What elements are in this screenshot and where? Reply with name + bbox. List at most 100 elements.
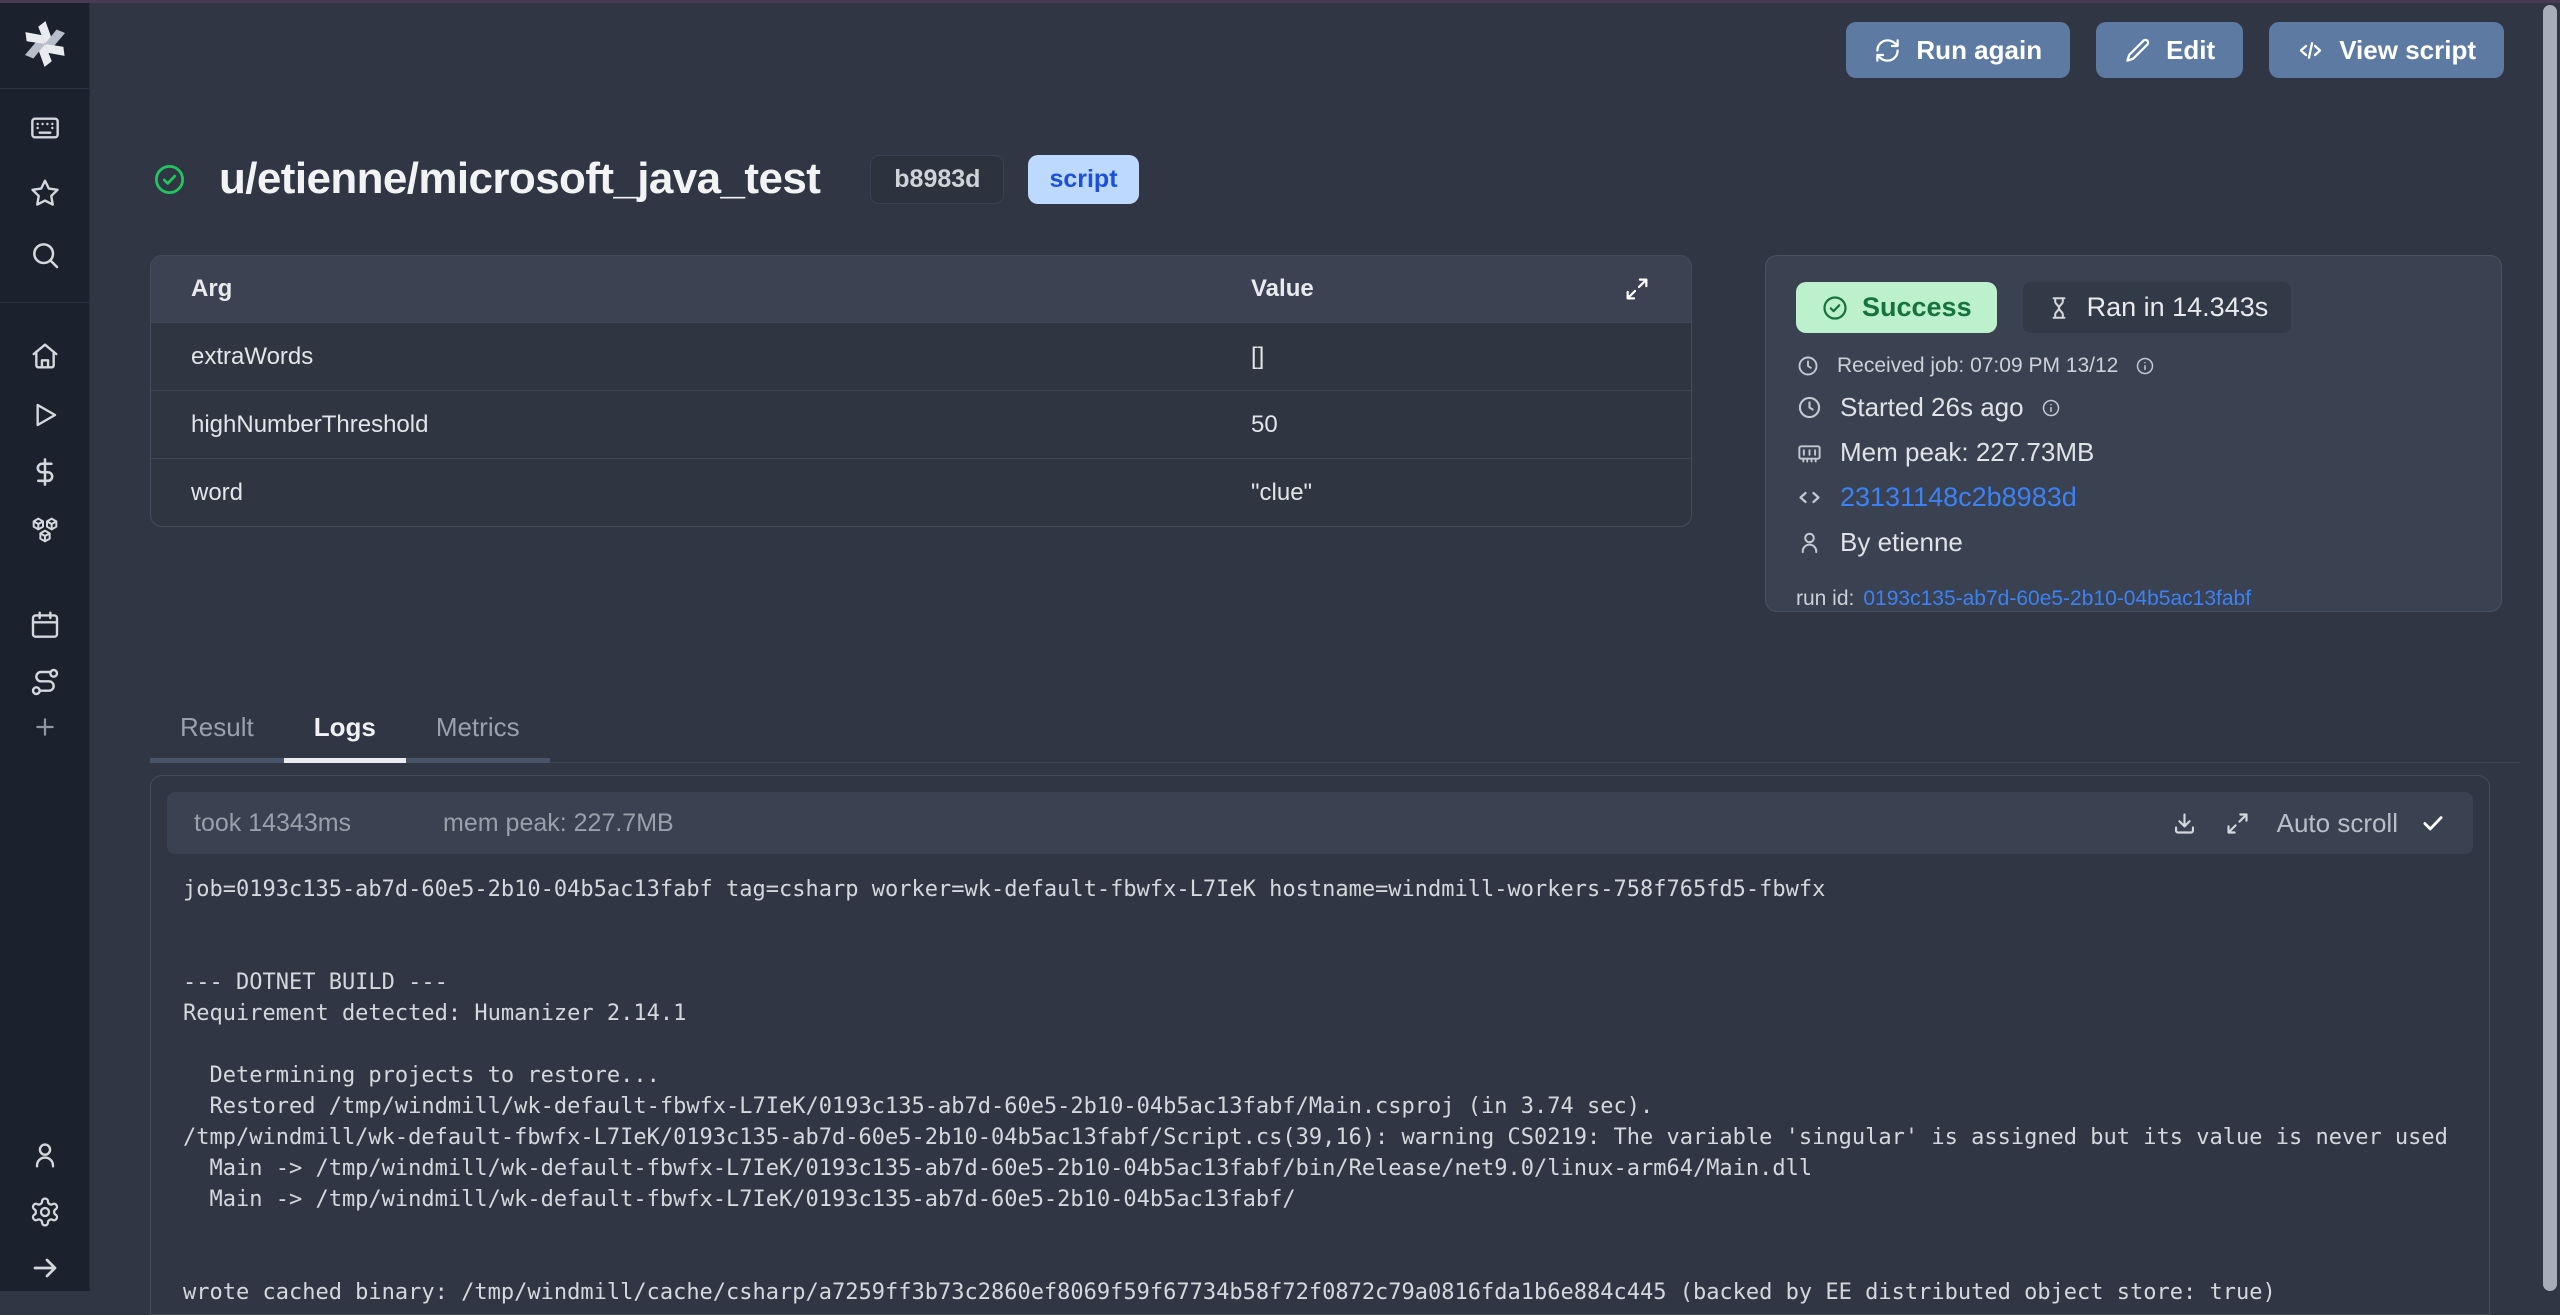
sidebar-item-runs[interactable] — [0, 398, 90, 432]
started-label: Started 26s ago — [1840, 392, 2024, 423]
play-icon — [29, 399, 61, 431]
sidebar-item-account[interactable] — [0, 1138, 90, 1172]
tab-list: Result Logs Metrics — [150, 700, 550, 762]
received-job-label: Received job: 07:09 PM 13/12 — [1837, 354, 2118, 378]
header-actions: Run again Edit View script — [1846, 22, 2504, 78]
info-icon[interactable] — [2041, 398, 2061, 418]
run-again-button[interactable]: Run again — [1846, 22, 2070, 78]
status-badge-label: Success — [1862, 292, 1972, 323]
view-script-button[interactable]: View script — [2269, 22, 2504, 78]
author-row: By etienne — [1796, 527, 2471, 558]
logs-panel: took 14343ms mem peak: 227.7MB Auto scro… — [150, 775, 2490, 1315]
hourglass-icon — [2046, 295, 2072, 321]
tab-result[interactable]: Result — [150, 700, 284, 763]
title-row: u/etienne/microsoft_java_test b8983d scr… — [152, 154, 1139, 204]
check-circle-icon — [1821, 294, 1849, 322]
gear-icon — [29, 1196, 61, 1228]
sidebar-collapse-toggle[interactable] — [0, 1251, 90, 1285]
logs-mem-peak: mem peak: 227.7MB — [443, 809, 674, 838]
route-icon — [29, 666, 61, 698]
calendar-icon — [29, 609, 61, 641]
arrow-right-icon — [29, 1252, 61, 1284]
window-top-strip — [0, 0, 2560, 3]
script-hash-link[interactable]: 23131148c2b8983d — [1840, 482, 2077, 513]
cubes-icon — [29, 514, 61, 546]
job-run-page: Run again Edit View script u/etienne/mic… — [0, 0, 2560, 1291]
auto-scroll-label: Auto scroll — [2277, 808, 2398, 839]
sidebar-item-settings[interactable] — [0, 1195, 90, 1229]
arg-name: extraWords — [191, 343, 1251, 371]
plus-icon — [31, 713, 59, 741]
value-col-header: Value — [1251, 275, 1623, 303]
mem-peak-label: Mem peak: 227.73MB — [1840, 437, 2094, 468]
user-icon — [1796, 529, 1823, 556]
duration-label: Ran in 14.343s — [2087, 292, 2269, 323]
tab-logs[interactable]: Logs — [284, 700, 406, 763]
run-id-row: run id: 0193c135-ab7d-60e5-2b10-04b5ac13… — [1796, 587, 2471, 611]
windmill-logo-icon — [17, 16, 73, 72]
memory-icon — [1796, 439, 1823, 466]
sidebar-item-search[interactable] — [0, 238, 90, 272]
home-icon — [29, 340, 61, 372]
windmill-logo[interactable] — [0, 0, 89, 89]
started-row: Started 26s ago — [1796, 392, 2471, 423]
sidebar-item-apps[interactable] — [0, 111, 90, 145]
author-label: By etienne — [1840, 527, 1963, 558]
tab-metrics[interactable]: Metrics — [406, 700, 550, 763]
run-again-label: Run again — [1916, 35, 2042, 66]
sidebar-item-resources[interactable] — [0, 513, 90, 547]
download-icon[interactable] — [2171, 810, 2198, 837]
logs-header: took 14343ms mem peak: 227.7MB Auto scro… — [167, 792, 2473, 854]
log-output[interactable]: job=0193c135-ab7d-60e5-2b10-04b5ac13fabf… — [167, 874, 2473, 1308]
refresh-icon — [1874, 37, 1901, 64]
edit-label: Edit — [2166, 35, 2215, 66]
args-table: Arg Value extraWords [] highNumberThresh… — [150, 255, 1692, 527]
arg-value: [] — [1251, 343, 1651, 371]
view-script-label: View script — [2339, 35, 2476, 66]
keyboard-icon — [29, 112, 61, 144]
page-scrollbar[interactable] — [2543, 5, 2557, 1291]
sidebar-item-favorites[interactable] — [0, 176, 90, 210]
user-icon — [29, 1139, 61, 1171]
table-row: extraWords [] — [151, 322, 1691, 390]
sidebar-item-variables[interactable] — [0, 455, 90, 489]
version-badge[interactable]: b8983d — [870, 155, 1004, 204]
auto-scroll-check-icon[interactable] — [2420, 810, 2446, 836]
expand-args-icon[interactable] — [1623, 275, 1651, 303]
args-col-header: Arg — [191, 275, 1251, 303]
result-tabs: Result Logs Metrics — [150, 700, 2520, 763]
status-badge: Success — [1796, 282, 1997, 333]
table-row: highNumberThreshold 50 — [151, 390, 1691, 458]
script-hash-row: 23131148c2b8983d — [1796, 482, 2471, 513]
sidebar-item-add[interactable] — [0, 710, 90, 744]
logs-took: took 14343ms — [194, 809, 351, 838]
code-icon — [2297, 37, 2324, 64]
arg-name: word — [191, 479, 1251, 507]
success-check-icon — [152, 162, 187, 197]
sidebar-item-home[interactable] — [0, 339, 90, 373]
mem-peak-row: Mem peak: 227.73MB — [1796, 437, 2471, 468]
clock-icon — [1796, 354, 1820, 378]
sidebar-item-flows[interactable] — [0, 665, 90, 699]
kind-badge: script — [1028, 155, 1138, 204]
page-title: u/etienne/microsoft_java_test — [219, 154, 820, 204]
args-table-header: Arg Value — [151, 256, 1691, 322]
clock-icon — [1796, 394, 1823, 421]
edit-button[interactable]: Edit — [2096, 22, 2243, 78]
arg-name: highNumberThreshold — [191, 411, 1251, 439]
sidebar — [0, 0, 90, 1291]
status-badges-row: Success Ran in 14.343s — [1796, 282, 2471, 333]
info-icon[interactable] — [2135, 356, 2155, 376]
run-id-link[interactable]: 0193c135-ab7d-60e5-2b10-04b5ac13fabf — [1863, 587, 2251, 611]
sidebar-item-schedules[interactable] — [0, 608, 90, 642]
search-icon — [29, 239, 61, 271]
expand-logs-icon[interactable] — [2224, 810, 2251, 837]
arg-value: 50 — [1251, 411, 1651, 439]
pencil-icon — [2124, 37, 2151, 64]
dollar-icon — [29, 456, 61, 488]
code-icon — [1796, 484, 1823, 511]
arg-value: "clue" — [1251, 479, 1651, 507]
table-row: word "clue" — [151, 458, 1691, 526]
sidebar-divider — [0, 302, 90, 303]
star-icon — [29, 177, 61, 209]
